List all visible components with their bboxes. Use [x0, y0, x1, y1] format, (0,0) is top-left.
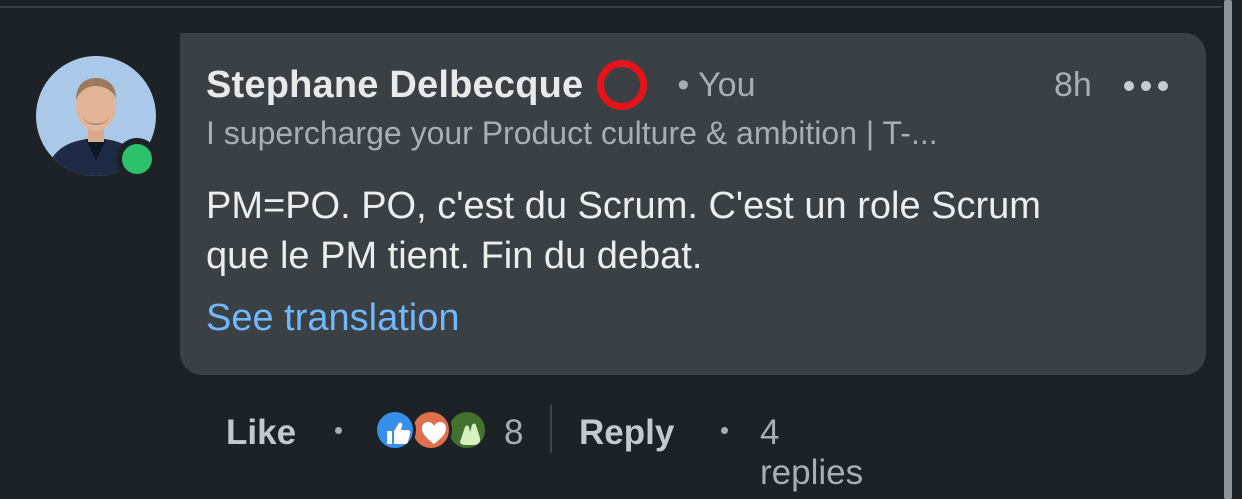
author-name[interactable]: Stephane Delbecque	[206, 64, 583, 107]
open-to-work-ring-icon	[597, 60, 648, 110]
love-icon	[410, 409, 452, 451]
author-relation: • You	[677, 65, 756, 104]
replies-link[interactable]: 4 replies	[760, 413, 863, 493]
comment-time: 8h	[1054, 66, 1092, 104]
top-divider	[0, 6, 1222, 8]
comment-page: Stephane Delbecque • You 8h I supercharg…	[0, 0, 1242, 499]
reaction-count[interactable]: 8	[504, 413, 523, 453]
actions-divider	[550, 405, 552, 453]
online-status-indicator	[116, 138, 158, 180]
author-row: Stephane Delbecque • You	[206, 60, 756, 110]
comment-text: PM=PO. PO, c'est du Scrum. C'est un role…	[206, 181, 1176, 281]
reply-button[interactable]: Reply	[579, 413, 674, 453]
praise-icon	[446, 409, 488, 451]
author-headline: I supercharge your Product culture & amb…	[206, 115, 938, 151]
reactions-summary[interactable]	[374, 405, 494, 453]
like-button[interactable]: Like	[226, 413, 296, 453]
separator-dot	[335, 427, 342, 434]
see-translation-link[interactable]: See translation	[206, 297, 460, 340]
comment-bubble: Stephane Delbecque • You 8h I supercharg…	[180, 33, 1206, 375]
separator-dot	[721, 427, 728, 434]
like-icon	[374, 409, 416, 451]
comment-text-line: que le PM tient. Fin du debat.	[206, 235, 703, 277]
more-options-icon[interactable]	[1124, 79, 1168, 93]
scrollbar[interactable]	[1224, 0, 1232, 499]
comment-text-line: PM=PO. PO, c'est du Scrum. C'est un role…	[206, 185, 1041, 227]
